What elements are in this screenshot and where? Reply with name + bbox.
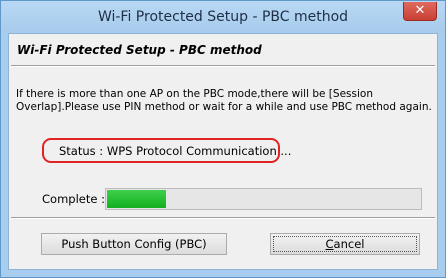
progress-bar xyxy=(105,188,422,210)
focus-rectangle xyxy=(273,236,417,252)
complete-label: Complete : xyxy=(42,192,105,206)
description-line-2: Overlap].Please use PIN method or wait f… xyxy=(16,101,432,113)
description-text: If there is more than one AP on the PBC … xyxy=(16,88,434,114)
dialog-body: Wi-Fi Protected Setup - PBC method If th… xyxy=(8,33,438,270)
pbc-button-label: Push Button Config (PBC) xyxy=(61,237,207,251)
dialog-heading: Wi-Fi Protected Setup - PBC method xyxy=(17,43,262,57)
wps-dialog-window: Wi-Fi Protected Setup - PBC method ✕ Wi-… xyxy=(0,0,446,278)
buttons-divider xyxy=(11,217,435,219)
status-text: Status : WPS Protocol Communication ... xyxy=(59,144,292,158)
description-line-1: If there is more than one AP on the PBC … xyxy=(16,88,373,100)
close-icon: ✕ xyxy=(414,3,426,18)
heading-divider xyxy=(11,65,435,67)
progress-fill xyxy=(107,190,166,208)
cancel-button[interactable]: Cancel xyxy=(270,233,420,255)
title-bar[interactable]: Wi-Fi Protected Setup - PBC method ✕ xyxy=(1,1,445,33)
window-title: Wi-Fi Protected Setup - PBC method xyxy=(97,9,349,25)
close-button[interactable]: ✕ xyxy=(403,2,437,21)
push-button-config-button[interactable]: Push Button Config (PBC) xyxy=(41,233,227,255)
